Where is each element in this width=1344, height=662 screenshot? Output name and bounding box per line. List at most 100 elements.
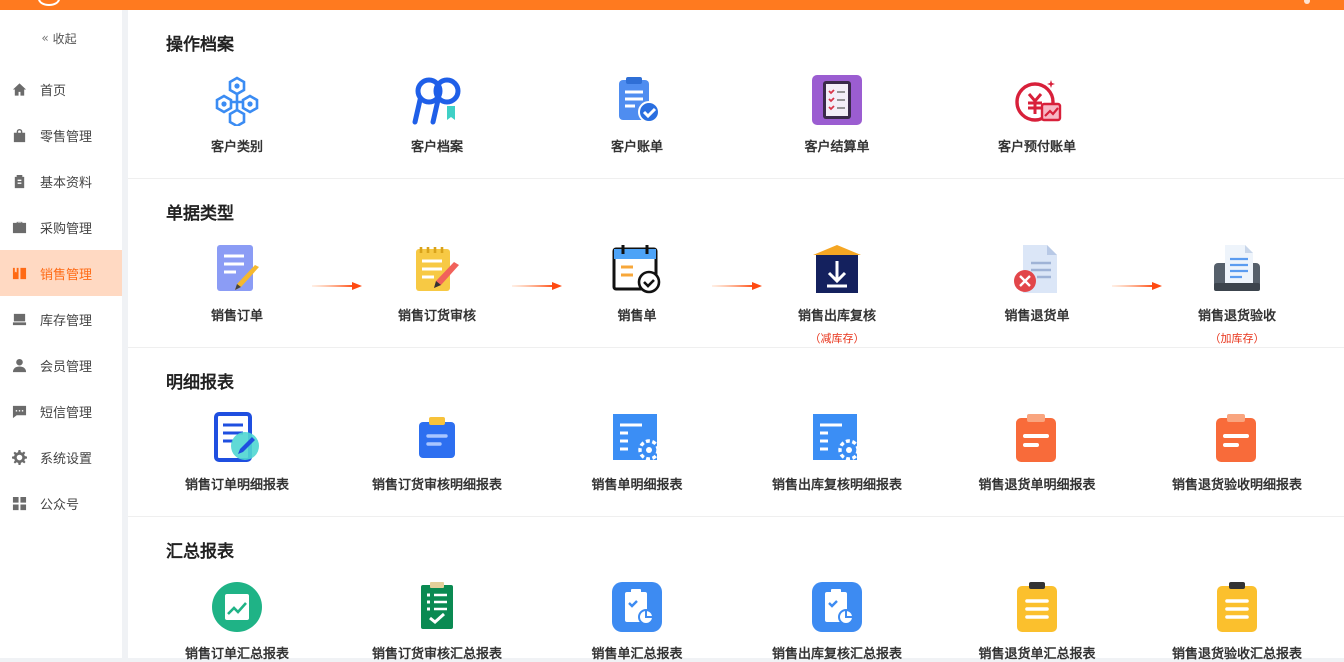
green-checklist-icon (411, 581, 463, 633)
edit-document-icon (211, 243, 263, 295)
tile-sales-bill-detail-report[interactable]: 销售单明细报表 (547, 412, 727, 493)
tile-sales-outbound-review-summary-report[interactable]: 销售出库复核汇总报表 (747, 581, 927, 662)
tile-label: 销售出库复核明细报表 (771, 478, 902, 493)
tile-sales-order-summary-report[interactable]: 销售订单汇总报表 (147, 581, 327, 662)
clipboard-pie-icon (611, 581, 663, 633)
tile-label: 客户预付账单 (997, 140, 1076, 155)
report-edit-icon (211, 412, 263, 464)
tile-sales-order-detail-report[interactable]: 销售订单明细报表 (147, 412, 327, 493)
tile-label: 销售单 (617, 309, 657, 324)
collapse-button[interactable]: « 收起 (0, 10, 122, 66)
tile-sales-return-acceptance[interactable]: 销售退货验收 （加库存） (1147, 243, 1327, 346)
tile-sales-return-acceptance-summary-report[interactable]: 销售退货验收汇总报表 (1147, 581, 1327, 662)
section-title-archives: 操作档案 (166, 35, 234, 55)
sidebar-item-label: 采购管理 (40, 221, 93, 237)
tile-label: 销售退货单汇总报表 (978, 647, 1096, 662)
sidebar-item-inventory[interactable]: 库存管理 (0, 296, 122, 342)
tile-label: 销售单汇总报表 (591, 647, 683, 662)
small-clipboard-icon (411, 412, 463, 464)
yellow-list-icon (1211, 581, 1263, 633)
tile-sales-return-acceptance-detail-report[interactable]: 销售退货验收明细报表 (1147, 412, 1327, 493)
document-gear-icon (611, 412, 663, 464)
notepad-pencil-icon (411, 243, 463, 295)
tile-customer-bill[interactable]: 客户账单 (547, 74, 727, 155)
sidebar: « 收起 首页 零售管理 基本资料 采购管理 销售管理 库存管理 会员管理 短信… (0, 10, 122, 658)
inbox-icon (12, 312, 27, 327)
hexagon-network-icon (211, 74, 263, 126)
sidebar-item-purchase[interactable]: 采购管理 (0, 204, 122, 250)
tile-sales-bill[interactable]: 销售单 (547, 243, 727, 324)
sidebar-item-label: 系统设置 (40, 451, 93, 467)
double-chevron-left-icon: « (41, 31, 49, 45)
sidebar-item-label: 销售管理 (40, 267, 93, 283)
collapse-label: 收起 (52, 31, 77, 46)
book-icon (12, 266, 27, 281)
document-scanner-icon (1211, 243, 1263, 295)
sidebar-item-label: 公众号 (40, 497, 80, 513)
tile-sales-return-detail-report[interactable]: 销售退货单明细报表 (947, 412, 1127, 493)
tile-sales-order[interactable]: 销售订单 (147, 243, 327, 324)
yellow-list-icon (1011, 581, 1063, 633)
section-divider (128, 347, 1344, 348)
gear-icon (12, 449, 27, 465)
sidebar-item-home[interactable]: 首页 (0, 66, 122, 112)
tile-sales-order-review[interactable]: 销售订货审核 (347, 243, 527, 324)
user-menu-icon[interactable] (1304, 0, 1310, 4)
tile-label: 销售单明细报表 (591, 478, 683, 493)
clipboard-pie-icon (811, 581, 863, 633)
tile-customer-archive[interactable]: 客户档案 (347, 74, 527, 155)
tile-label: 销售订单明细报表 (184, 478, 289, 493)
orange-clipboard-icon (1011, 412, 1063, 464)
tile-sales-order-review-detail-report[interactable]: 销售订货审核明细报表 (347, 412, 527, 493)
sidebar-item-label: 库存管理 (40, 313, 93, 329)
tile-label: 客户类别 (210, 140, 263, 155)
sidebar-item-wechat[interactable]: 公众号 (0, 480, 122, 526)
tile-sales-return[interactable]: 销售退货单 (947, 243, 1127, 324)
sidebar-item-label: 基本资料 (40, 175, 93, 191)
tile-sales-order-review-summary-report[interactable]: 销售订货审核汇总报表 (347, 581, 527, 662)
chat-icon (12, 404, 27, 419)
main-content: 操作档案 客户类别 客户档案 客户账单 客户结算单 客户预付账单 单据类型 销售… (128, 10, 1344, 662)
tile-customer-category[interactable]: 客户类别 (147, 74, 327, 155)
tile-label: 销售订货审核明细报表 (371, 478, 502, 493)
people-icon (411, 74, 463, 126)
sidebar-item-label: 零售管理 (40, 129, 93, 145)
tile-label: 客户账单 (610, 140, 663, 155)
top-bar (0, 0, 1344, 10)
tile-label: 销售退货验收明细报表 (1171, 478, 1302, 493)
section-title-detail-reports: 明细报表 (166, 373, 234, 393)
tile-sales-outbound-review[interactable]: 销售出库复核 （减库存） (747, 243, 927, 346)
home-icon (12, 82, 27, 97)
grid-icon (12, 496, 27, 511)
tile-label: 客户结算单 (804, 140, 870, 155)
tile-customer-prepaid-bill[interactable]: 客户预付账单 (947, 74, 1127, 155)
tile-label: 销售出库复核 (797, 309, 876, 324)
tile-label: 销售退货验收汇总报表 (1171, 647, 1302, 662)
clipboard-check-icon (611, 74, 663, 126)
tile-label: 客户档案 (410, 140, 463, 155)
sidebar-item-label: 会员管理 (40, 359, 93, 375)
chart-circle-icon (211, 581, 263, 633)
section-divider (128, 178, 1344, 179)
clipboard-icon (12, 174, 27, 189)
sidebar-item-label: 短信管理 (40, 405, 93, 421)
tile-customer-settlement[interactable]: 客户结算单 (747, 74, 927, 155)
logo-icon (38, 0, 60, 6)
shopping-bag-icon (12, 128, 27, 143)
calendar-check-icon (611, 243, 663, 295)
tile-sales-outbound-review-detail-report[interactable]: 销售出库复核明细报表 (747, 412, 927, 493)
stock-note: （减库存） (809, 332, 865, 345)
section-title-summary-reports: 汇总报表 (166, 542, 234, 562)
stock-note: （加库存） (1209, 332, 1265, 345)
sidebar-item-sales[interactable]: 销售管理 (0, 250, 122, 296)
tile-label: 销售订货审核 (397, 309, 476, 324)
tile-sales-bill-summary-report[interactable]: 销售单汇总报表 (547, 581, 727, 662)
sidebar-item-basic-info[interactable]: 基本资料 (0, 158, 122, 204)
sidebar-item-members[interactable]: 会员管理 (0, 342, 122, 388)
briefcase-icon (12, 220, 27, 235)
sidebar-item-retail[interactable]: 零售管理 (0, 112, 122, 158)
tile-sales-return-summary-report[interactable]: 销售退货单汇总报表 (947, 581, 1127, 662)
user-icon (12, 358, 27, 373)
sidebar-item-sms[interactable]: 短信管理 (0, 388, 122, 434)
sidebar-item-settings[interactable]: 系统设置 (0, 434, 122, 480)
